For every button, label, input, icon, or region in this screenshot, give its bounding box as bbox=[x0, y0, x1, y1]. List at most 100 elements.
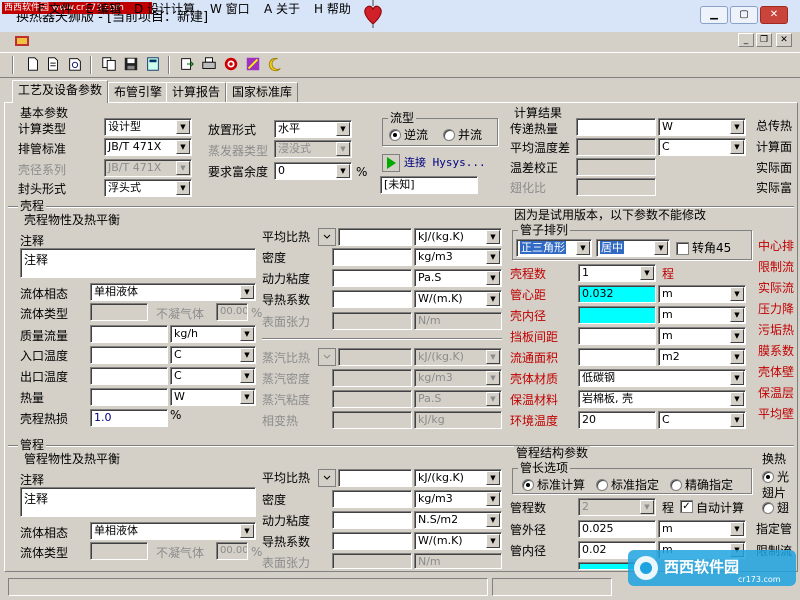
tab-process-params[interactable]: 工艺及设备参数 bbox=[12, 80, 109, 103]
menu-file[interactable]: F 文件 bbox=[38, 1, 73, 17]
vapor-unit[interactable]: kg/m3 ▼ bbox=[414, 369, 502, 387]
auto-calc-checkbox[interactable]: ✓ bbox=[680, 500, 693, 513]
shell-prop-unit[interactable]: W/(m.K) ▼ bbox=[414, 290, 502, 308]
tube-pattern-select[interactable]: 正三角形 ▼ bbox=[516, 239, 592, 257]
tube-noncond-field[interactable]: 00.00 bbox=[216, 542, 248, 560]
insulation-select[interactable]: 岩棉板, 壳 ▼ bbox=[578, 390, 746, 408]
counter-flow-radio[interactable] bbox=[389, 129, 401, 141]
tube-prop-unit[interactable]: kg/m3 ▼ bbox=[414, 490, 502, 508]
tube-note-field[interactable]: 注释 bbox=[20, 487, 256, 517]
shell-type-field[interactable] bbox=[90, 303, 148, 321]
paint-icon[interactable] bbox=[244, 55, 262, 73]
shell-mass-field[interactable] bbox=[90, 325, 168, 343]
shell-prop-field[interactable] bbox=[332, 269, 412, 287]
play-icon[interactable] bbox=[382, 154, 400, 172]
copy-icon[interactable] bbox=[100, 55, 118, 73]
vapor-field[interactable] bbox=[332, 369, 412, 387]
flow-area-unit-select[interactable]: m2 ▼ bbox=[658, 348, 746, 366]
shell-loss-field[interactable]: 1.0 bbox=[90, 409, 168, 427]
ambient-temp-field[interactable]: 20 bbox=[578, 411, 656, 429]
preview-icon[interactable] bbox=[66, 55, 84, 73]
maximize-button[interactable]: ▢ bbox=[730, 6, 758, 24]
menu-window[interactable]: W 窗口 bbox=[210, 1, 250, 17]
tube-prop-field[interactable] bbox=[332, 511, 412, 529]
shell-heat-unit[interactable]: W ▼ bbox=[170, 388, 256, 406]
mdi-minimize-button[interactable]: _ bbox=[738, 33, 754, 47]
shell-noncond-field[interactable]: 00.00 bbox=[216, 303, 248, 321]
mdi-restore-button[interactable]: ❐ bbox=[756, 33, 772, 47]
shell-heat-field[interactable] bbox=[90, 388, 168, 406]
tube-prop-field[interactable] bbox=[332, 490, 412, 508]
parallel-flow-radio[interactable] bbox=[443, 129, 455, 141]
flow-area-field[interactable] bbox=[578, 348, 656, 366]
target-icon[interactable] bbox=[222, 55, 240, 73]
shell-passes-select[interactable]: 1 ▼ bbox=[578, 264, 656, 282]
save-icon[interactable] bbox=[122, 55, 140, 73]
calc-gear-icon[interactable] bbox=[318, 469, 336, 487]
shell-phase-select[interactable]: 单相液体 ▼ bbox=[90, 283, 256, 301]
tube-type-field[interactable] bbox=[90, 542, 148, 560]
tube-passes-select[interactable]: 2 ▼ bbox=[578, 498, 656, 516]
menu-design-calc[interactable]: D 设计计算 bbox=[134, 1, 195, 17]
shell-prop-field[interactable] bbox=[338, 228, 412, 246]
heat-unit-select[interactable]: W ▼ bbox=[658, 118, 746, 136]
margin-select[interactable]: 0 ▼ bbox=[274, 162, 352, 180]
close-button[interactable]: ✕ bbox=[760, 6, 788, 24]
export-icon[interactable] bbox=[178, 55, 196, 73]
tube-prop-unit[interactable]: N.S/m2 ▼ bbox=[414, 511, 502, 529]
menu-about[interactable]: A 关于 bbox=[264, 1, 300, 17]
shell-mass-unit[interactable]: kg/h ▼ bbox=[170, 325, 256, 343]
moon-icon[interactable] bbox=[266, 55, 284, 73]
vapor-field[interactable] bbox=[338, 348, 412, 366]
precise-radio[interactable] bbox=[670, 479, 682, 491]
shell-prop-field[interactable] bbox=[332, 290, 412, 308]
tube-prop-field[interactable] bbox=[338, 469, 412, 487]
dt-field[interactable] bbox=[576, 138, 656, 156]
rotate45-checkbox[interactable] bbox=[676, 242, 689, 255]
baffle-unit-select[interactable]: m ▼ bbox=[658, 327, 746, 345]
shell-note-field[interactable]: 注释 bbox=[20, 248, 256, 278]
place-select[interactable]: 水平 ▼ bbox=[274, 120, 352, 138]
shell-prop-unit[interactable]: kJ/(kg.K) ▼ bbox=[414, 228, 502, 246]
shell-prop-unit[interactable]: kg/m3 ▼ bbox=[414, 248, 502, 266]
pitch-unit-select[interactable]: m ▼ bbox=[658, 285, 746, 303]
shell-material-select[interactable]: 低碳钢 ▼ bbox=[578, 369, 746, 387]
head-select[interactable]: 浮头式 ▼ bbox=[104, 179, 192, 197]
shell-tin-unit[interactable]: C ▼ bbox=[170, 346, 256, 364]
fin-tube-radio[interactable] bbox=[762, 502, 774, 514]
calculator-icon[interactable] bbox=[144, 55, 162, 73]
shell-series-select[interactable]: JB/T 471X ▼ bbox=[104, 159, 192, 177]
shell-tout-field[interactable] bbox=[90, 367, 168, 385]
shell-prop-field[interactable] bbox=[332, 248, 412, 266]
dt-unit-select[interactable]: C ▼ bbox=[658, 138, 746, 156]
vapor-unit[interactable]: Pa.S ▼ bbox=[414, 390, 502, 408]
tube-prop-unit[interactable]: W/(m.K) ▼ bbox=[414, 532, 502, 550]
tube-prop-unit[interactable]: kJ/(kg.K) ▼ bbox=[414, 469, 502, 487]
tube-prop-unit[interactable]: N/m bbox=[414, 553, 502, 569]
menu-help[interactable]: H 帮助 bbox=[314, 1, 351, 17]
tube-od-field[interactable]: 0.025 bbox=[578, 520, 656, 538]
std-select[interactable]: JB/T 471X ▼ bbox=[104, 138, 192, 156]
evap-select[interactable]: 浸没式 ▼ bbox=[274, 140, 352, 158]
vapor-field[interactable] bbox=[332, 390, 412, 408]
open-doc-icon[interactable] bbox=[44, 55, 62, 73]
tube-prop-field[interactable] bbox=[332, 532, 412, 550]
tube-od-unit-select[interactable]: m ▼ bbox=[658, 520, 746, 538]
shell-tin-field[interactable] bbox=[90, 346, 168, 364]
shell-prop-unit[interactable]: N/m bbox=[414, 312, 502, 330]
print-icon[interactable] bbox=[200, 55, 218, 73]
ambient-temp-unit-select[interactable]: C ▼ bbox=[658, 411, 746, 429]
menu-edit[interactable]: E 编辑 bbox=[86, 1, 121, 17]
shell-tout-unit[interactable]: C ▼ bbox=[170, 367, 256, 385]
shell-prop-field[interactable] bbox=[332, 312, 412, 330]
plain-tube-radio[interactable] bbox=[762, 471, 774, 483]
std-spec-radio[interactable] bbox=[596, 479, 608, 491]
mdi-close-button[interactable]: ✕ bbox=[776, 33, 792, 47]
baffle-field[interactable] bbox=[578, 327, 656, 345]
vapor-unit[interactable]: kJ/(kg.K) ▼ bbox=[414, 348, 502, 366]
std-calc-radio[interactable] bbox=[522, 479, 534, 491]
tab-calc-report[interactable]: 计算报告 bbox=[166, 82, 227, 102]
hysys-link[interactable]: 连接 Hysys... bbox=[404, 155, 486, 171]
calc-gear-icon[interactable] bbox=[318, 348, 336, 366]
fin-field[interactable] bbox=[576, 178, 656, 196]
